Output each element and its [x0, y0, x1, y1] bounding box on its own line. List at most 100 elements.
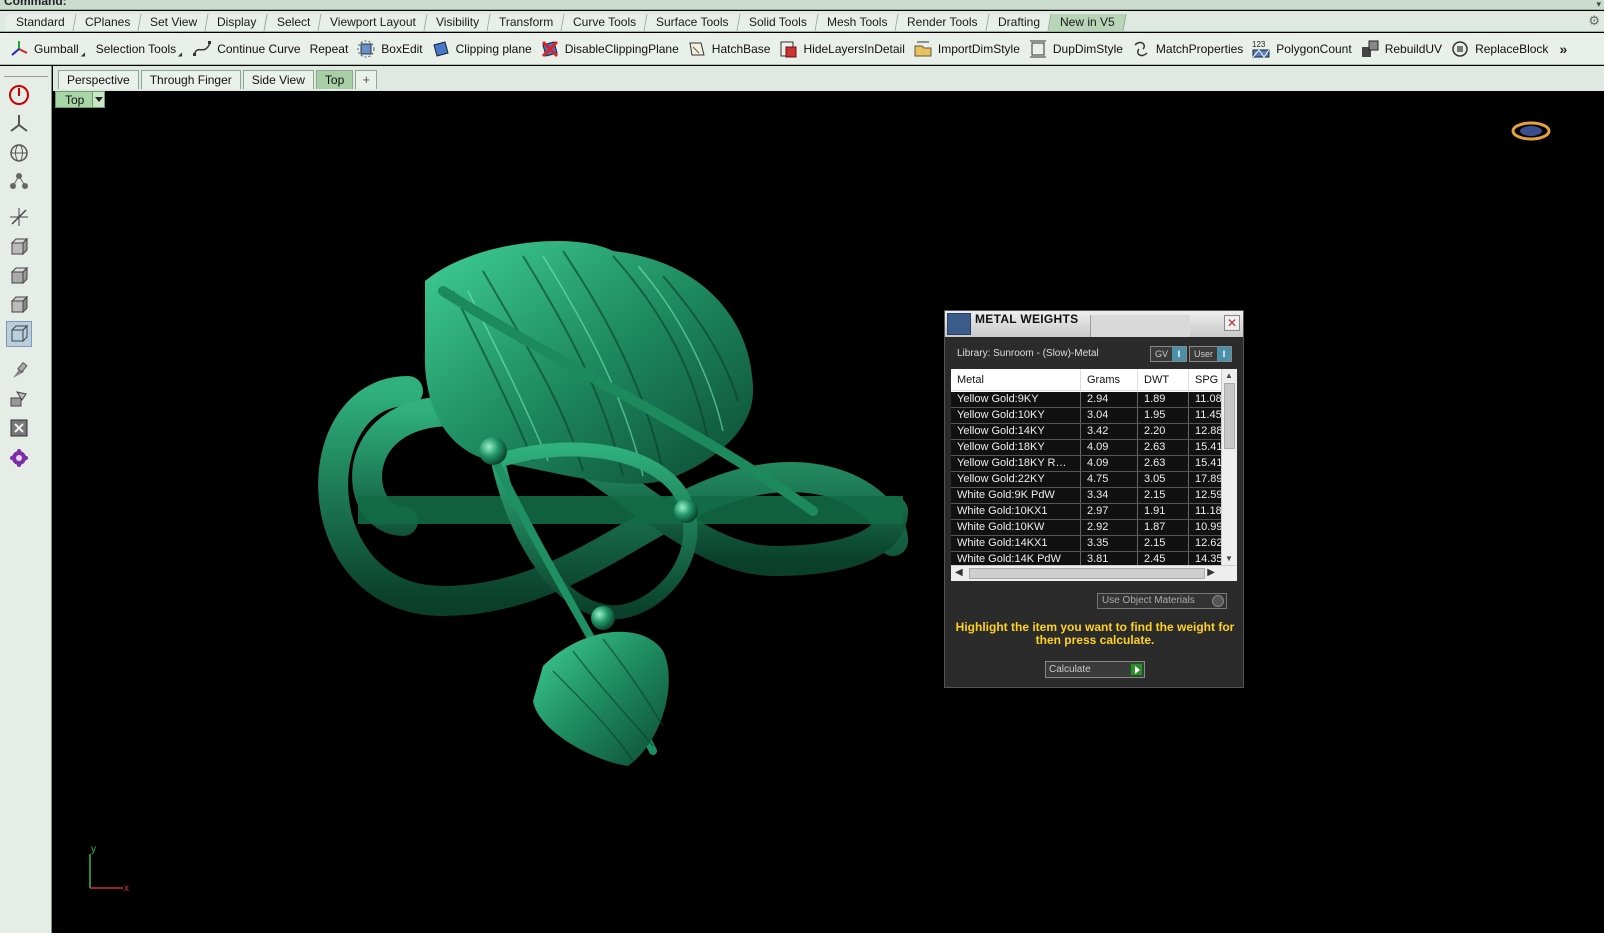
toolbar-more-icon[interactable]: »: [1559, 41, 1567, 57]
tool-continue-curve-button[interactable]: Continue Curve: [189, 35, 305, 63]
vertical-scrollbar[interactable]: ▲ ▼: [1221, 369, 1237, 565]
tab-standard[interactable]: Standard: [4, 14, 77, 31]
gv-toggle[interactable]: GV I: [1150, 346, 1188, 362]
scroll-up-icon[interactable]: ▲: [1225, 371, 1233, 380]
tool-gumball-button[interactable]: Gumball: [6, 35, 92, 63]
tab-transform[interactable]: Transform: [487, 14, 565, 31]
table-row[interactable]: Yellow Gold:18KY R… 4.09 2.63 15.41: [951, 456, 1221, 472]
cube-view-icon[interactable]: [6, 292, 32, 318]
tool-matchproperties-button[interactable]: MatchProperties: [1128, 35, 1248, 63]
tool-disableclippingplane-button[interactable]: DisableClippingPlane: [537, 35, 684, 63]
cube-view-icon[interactable]: [6, 263, 32, 289]
tool-clipping-plane-button[interactable]: Clipping plane: [428, 35, 537, 63]
tab-curve-tools[interactable]: Curve Tools: [561, 14, 648, 31]
table-cell: 2.15: [1138, 536, 1189, 551]
tool-boxedit-button[interactable]: BoxEdit: [353, 35, 427, 63]
column-header-grams[interactable]: Grams: [1081, 369, 1138, 390]
tool-hidelayersindetail-button[interactable]: HideLayersInDetail: [775, 35, 909, 63]
tool-polygoncount-button[interactable]: 123 PolygonCount: [1248, 35, 1356, 63]
table-row[interactable]: Yellow Gold:22KY 4.75 3.05 17.89: [951, 472, 1221, 488]
metal-table[interactable]: Metal Grams DWT SPG Yellow Gold:9KY 2.94 1…: [951, 369, 1237, 581]
close-box-icon[interactable]: [6, 415, 32, 441]
viewport-top[interactable]: Top y x: [53, 91, 1604, 933]
command-toolbar: Gumball Selection Tools Continue Curve Repe…: [0, 33, 1604, 65]
transform-axes-icon[interactable]: [6, 204, 32, 230]
command-scroll-icon[interactable]: ▾: [1596, 0, 1601, 9]
column-header-dwt[interactable]: DWT: [1138, 369, 1189, 390]
cube-view-icon[interactable]: [6, 321, 32, 347]
axes-icon[interactable]: [6, 110, 32, 136]
scroll-left-icon[interactable]: ◀: [955, 567, 963, 578]
table-cell: 1.87: [1138, 520, 1189, 535]
table-row[interactable]: White Gold:14KX1 3.35 2.15 12.62: [951, 536, 1221, 552]
tool-replaceblock-button[interactable]: ReplaceBlock: [1447, 35, 1553, 63]
tab-label: Curve Tools: [573, 15, 637, 29]
scroll-thumb-horizontal[interactable]: [969, 568, 1205, 579]
tab-mesh-tools[interactable]: Mesh Tools: [815, 14, 899, 31]
tool-rebuilduv-button[interactable]: RebuildUV: [1357, 35, 1447, 63]
table-row[interactable]: Yellow Gold:14KY 3.42 2.20 12.88: [951, 424, 1221, 440]
viewport-tab-through-finger[interactable]: Through Finger: [140, 70, 241, 89]
tab-set-view[interactable]: Set View: [138, 14, 209, 31]
command-bar[interactable]: Command: ▾: [0, 0, 1604, 10]
navigation-widget-icon[interactable]: [1510, 119, 1552, 143]
tab-render-tools[interactable]: Render Tools: [895, 14, 990, 31]
column-header-spg[interactable]: SPG: [1189, 369, 1221, 390]
scroll-down-icon[interactable]: ▼: [1225, 554, 1233, 563]
tab-viewport-layout[interactable]: Viewport Layout: [318, 14, 428, 31]
tab-solid-tools[interactable]: Solid Tools: [737, 14, 819, 31]
tool-selection-tools-button[interactable]: Selection Tools: [92, 35, 190, 63]
add-viewport-tab-icon[interactable]: +: [355, 70, 378, 89]
table-cell: Yellow Gold:18KY: [951, 440, 1081, 455]
tab-visibility[interactable]: Visibility: [424, 14, 491, 31]
viewport-tab-top[interactable]: Top: [315, 70, 354, 89]
table-row[interactable]: Yellow Gold:9KY 2.94 1.89 11.08: [951, 392, 1221, 408]
globe-icon[interactable]: [6, 140, 32, 166]
scroll-right-icon[interactable]: ▶: [1207, 567, 1215, 578]
tab-display[interactable]: Display: [205, 14, 269, 31]
table-cell: White Gold:9K PdW: [951, 488, 1081, 503]
tab-cplanes[interactable]: CPlanes: [73, 14, 142, 31]
table-row[interactable]: White Gold:10KX1 2.97 1.91 11.18: [951, 504, 1221, 520]
calculate-button[interactable]: Calculate: [1045, 661, 1145, 678]
chevron-down-icon[interactable]: [92, 92, 105, 107]
table-row[interactable]: White Gold:9K PdW 3.34 2.15 12.59: [951, 488, 1221, 504]
viewport-tab-perspective[interactable]: Perspective: [58, 70, 139, 89]
tab-drafting[interactable]: Drafting: [986, 14, 1052, 31]
dropdown-icon[interactable]: [1212, 595, 1224, 607]
tab-new-in-v5[interactable]: New in V5: [1048, 14, 1126, 31]
table-cell: 11.18: [1195, 505, 1221, 517]
tool-repeat-button[interactable]: Repeat: [306, 35, 354, 63]
viewport-tab-side-view[interactable]: Side View: [242, 70, 314, 89]
table-cell: 15.41: [1195, 441, 1221, 453]
column-header-metal[interactable]: Metal: [951, 369, 1081, 390]
horizontal-scrollbar[interactable]: ◀ ▶: [951, 565, 1237, 581]
brush-icon[interactable]: [6, 358, 32, 384]
power-icon[interactable]: [6, 82, 32, 108]
gear-icon[interactable]: ⚙: [1588, 13, 1600, 29]
tab-select[interactable]: Select: [265, 14, 322, 31]
table-cell: 11.08: [1195, 393, 1221, 405]
plugin-gear-icon[interactable]: [6, 445, 32, 471]
viewport-label[interactable]: Top: [55, 91, 106, 108]
tools-icon[interactable]: [6, 386, 32, 412]
tool-importdimstyle-button[interactable]: ImportDimStyle: [910, 35, 1025, 63]
table-row[interactable]: Yellow Gold:10KY 3.04 1.95 11.45: [951, 408, 1221, 424]
nodes-icon[interactable]: [6, 168, 32, 194]
table-cell: 2.63: [1138, 456, 1189, 471]
cube-view-icon[interactable]: [6, 234, 32, 260]
table-row[interactable]: White Gold:10KW 2.92 1.87 10.99: [951, 520, 1221, 536]
close-icon[interactable]: ✕: [1224, 315, 1240, 331]
play-icon[interactable]: [1130, 663, 1143, 676]
table-row[interactable]: Yellow Gold:18KY 4.09 2.63 15.41: [951, 440, 1221, 456]
tool-hatchbase-button[interactable]: HatchBase: [684, 35, 776, 63]
scroll-thumb[interactable]: [1224, 383, 1235, 449]
tab-surface-tools[interactable]: Surface Tools: [644, 14, 741, 31]
user-toggle[interactable]: User I: [1189, 346, 1233, 362]
material-select[interactable]: Use Object Materials: [1097, 593, 1227, 609]
dialog-title: METAL WEIGHTS: [975, 312, 1079, 326]
tool-dupdimstyle-button[interactable]: DupDimStyle: [1025, 35, 1128, 63]
tab-label: Transform: [498, 15, 554, 29]
calculate-label: Calculate: [1049, 664, 1091, 675]
dialog-titlebar[interactable]: METAL WEIGHTS ✕: [945, 311, 1243, 337]
